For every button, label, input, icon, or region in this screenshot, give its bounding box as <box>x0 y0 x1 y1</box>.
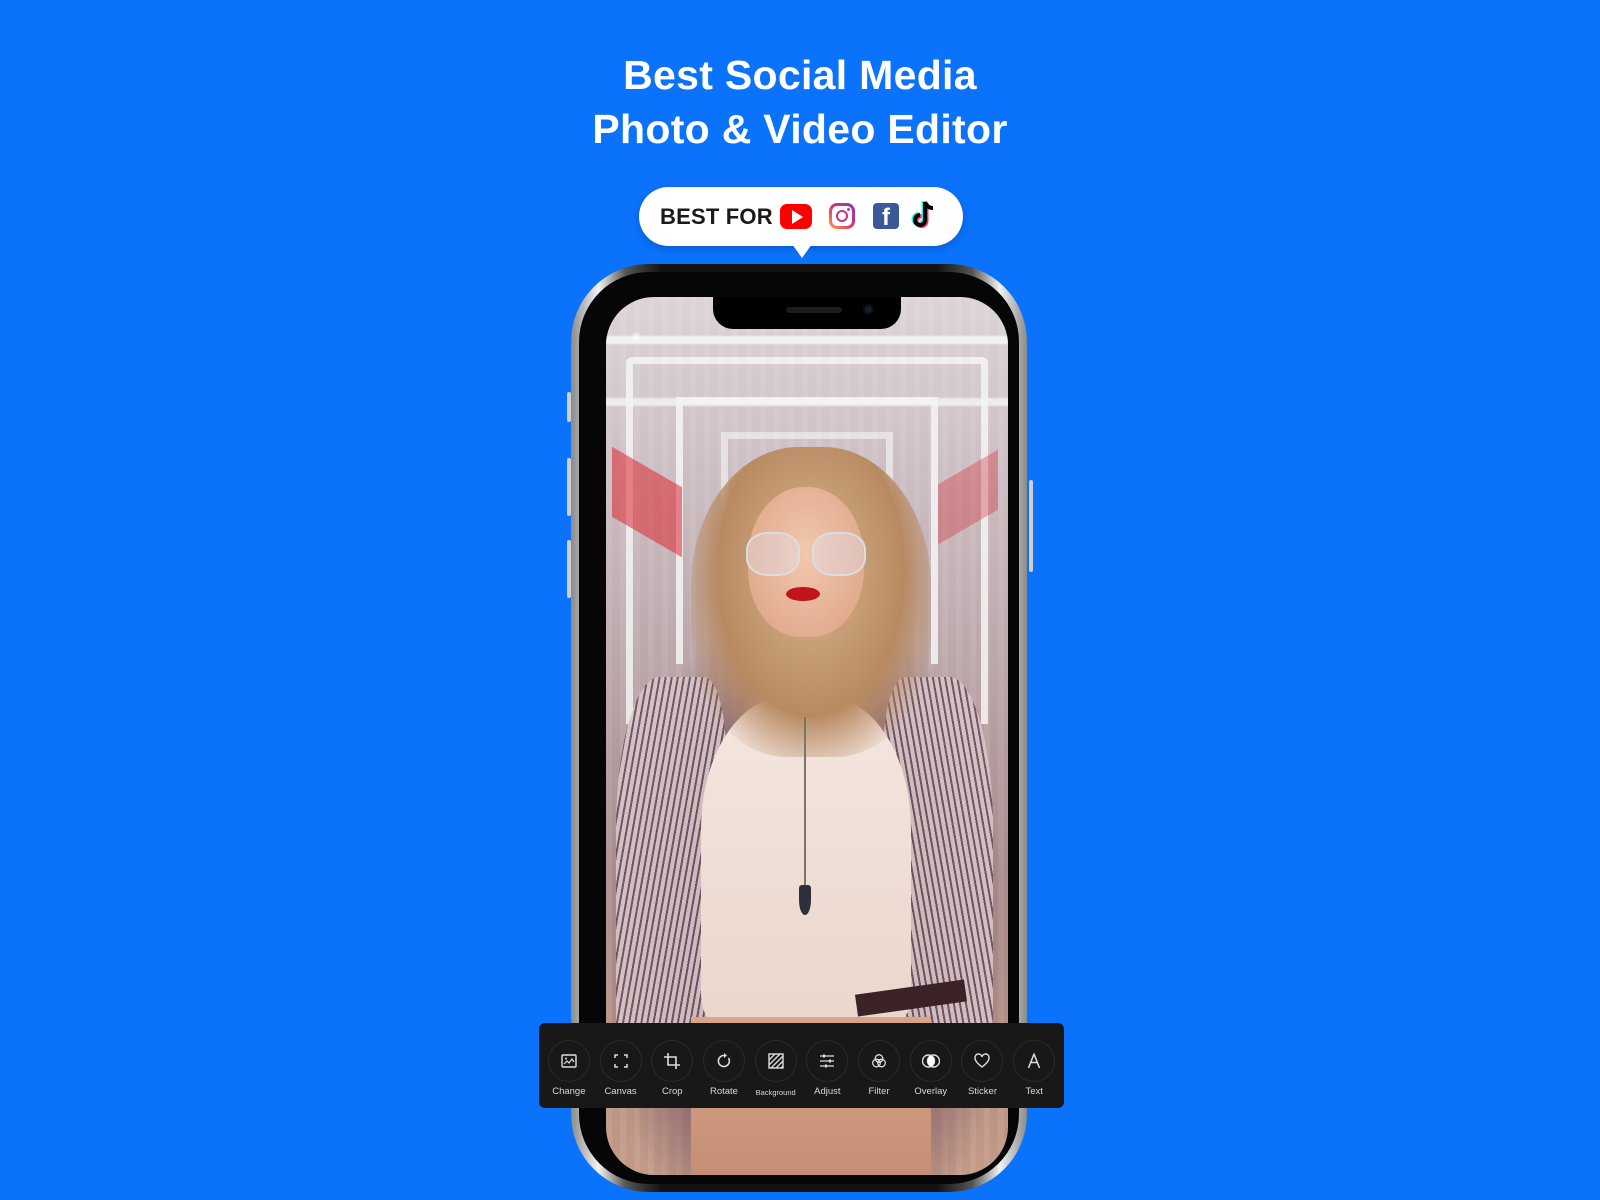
tool-background-circle <box>754 1040 797 1082</box>
tool-adjust-label: Adjust <box>814 1086 841 1097</box>
tool-filter-circle <box>858 1040 901 1082</box>
tool-overlay[interactable]: Overlay <box>905 1023 957 1108</box>
crop-icon <box>664 1053 681 1069</box>
heart-icon <box>974 1053 991 1068</box>
tool-overlay-label: Overlay <box>914 1086 948 1097</box>
phone-notch <box>713 297 901 329</box>
expand-icon <box>613 1054 628 1068</box>
tool-canvas-label: Canvas <box>604 1086 637 1097</box>
tool-background-label: Background <box>755 1088 796 1097</box>
headline-line-2: Photo & Video Editor <box>592 106 1008 152</box>
speaker-grille <box>786 307 842 313</box>
tool-crop-label: Crop <box>661 1086 683 1097</box>
headline: Best Social Media Photo & Video Editor <box>0 48 1600 156</box>
tool-sticker-label: Sticker <box>967 1086 997 1097</box>
image-icon <box>561 1054 577 1068</box>
tool-text[interactable]: Text <box>1008 1023 1060 1108</box>
sliders-icon <box>820 1054 835 1068</box>
tool-rotate[interactable]: Rotate <box>698 1023 750 1108</box>
overlay-icon <box>921 1054 940 1068</box>
tool-rotate-circle <box>702 1040 745 1082</box>
front-camera-icon <box>863 304 874 315</box>
lips <box>786 587 820 601</box>
tool-rotate-label: Rotate <box>709 1086 738 1097</box>
glasses-lens-right <box>812 532 866 576</box>
tool-sticker-circle <box>961 1040 1004 1082</box>
tool-change-circle <box>547 1040 590 1082</box>
text-icon <box>1027 1053 1041 1069</box>
best-for-label: BEST FOR <box>660 203 773 229</box>
hatch-pattern-icon <box>767 1053 784 1069</box>
pendant <box>799 885 811 915</box>
rotate-icon <box>717 1053 731 1068</box>
tool-overlay-circle <box>909 1040 952 1082</box>
tool-adjust-circle <box>806 1040 849 1082</box>
necklace <box>804 717 806 887</box>
tool-filter[interactable]: Filter <box>853 1023 905 1108</box>
facebook-icon: f <box>873 203 899 229</box>
tool-filter-label: Filter <box>868 1086 890 1097</box>
instagram-icon <box>829 203 855 229</box>
tool-canvas[interactable]: Canvas <box>595 1023 647 1108</box>
headline-line-1: Best Social Media <box>623 52 977 98</box>
glasses-lens-left <box>746 532 800 576</box>
tool-background[interactable]: Background <box>750 1023 802 1108</box>
tool-adjust[interactable]: Adjust <box>802 1023 854 1108</box>
filter-circles-icon <box>872 1054 887 1068</box>
tool-text-circle <box>1013 1040 1056 1082</box>
youtube-icon <box>780 204 812 229</box>
tool-crop-circle <box>651 1040 694 1082</box>
tool-change-label: Change <box>552 1086 586 1097</box>
tool-change[interactable]: Change <box>543 1023 595 1108</box>
badge-pointer <box>792 244 812 258</box>
tool-text-label: Text <box>1025 1086 1043 1097</box>
tiktok-icon <box>910 199 936 231</box>
tool-crop[interactable]: Crop <box>646 1023 698 1108</box>
tool-sticker[interactable]: Sticker <box>957 1023 1009 1108</box>
editor-toolbar: Change Canvas Crop Rotate Background Adj… <box>539 1023 1064 1108</box>
best-for-badge: BEST FOR f <box>639 187 963 246</box>
tool-canvas-circle <box>599 1040 642 1082</box>
phone-power-button <box>1029 480 1033 572</box>
